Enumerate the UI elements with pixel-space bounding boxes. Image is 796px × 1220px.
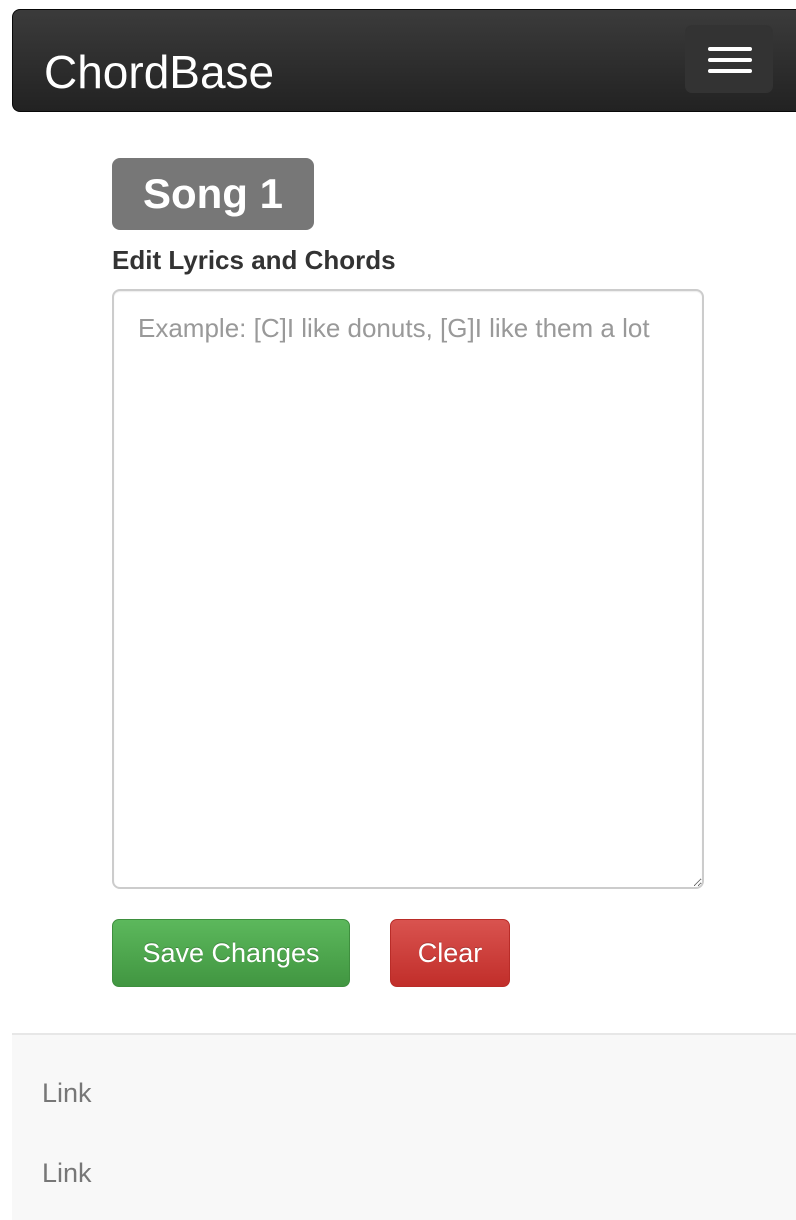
navbar-toggle-button[interactable] [685, 25, 773, 93]
nav-link-1[interactable]: Link [42, 1077, 92, 1109]
song-title-badge: Song 1 [112, 158, 314, 230]
hamburger-menu-icon [708, 47, 752, 51]
brand-link[interactable]: ChordBase [44, 46, 274, 98]
hamburger-menu-icon [708, 69, 752, 73]
nav-link-2[interactable]: Link [42, 1157, 92, 1189]
collapsed-nav-menu: Link Link [12, 1033, 796, 1220]
clear-button[interactable]: Clear [390, 919, 510, 987]
hamburger-menu-icon [708, 58, 752, 62]
lyrics-field-label: Edit Lyrics and Chords [112, 245, 396, 275]
top-navbar: ChordBase [12, 9, 796, 112]
save-changes-button[interactable]: Save Changes [112, 919, 350, 987]
lyrics-textarea[interactable] [112, 289, 704, 889]
